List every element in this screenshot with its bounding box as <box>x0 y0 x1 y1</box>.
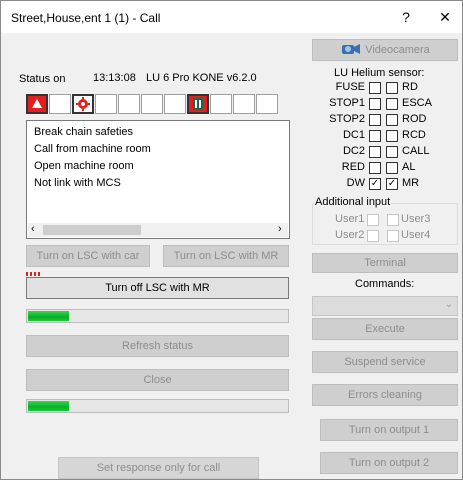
title-bar: Street,House,ent 1 (1) - Call ? ✕ <box>1 1 462 33</box>
status-box <box>164 94 186 114</box>
status-box <box>118 94 140 114</box>
status-version: LU 6 Pro KONE v6.2.0 <box>146 72 257 84</box>
horizontal-scrollbar[interactable]: ‹ › <box>28 223 288 237</box>
pause-icon <box>187 94 209 114</box>
videocamera-button[interactable]: Videocamera <box>312 39 458 61</box>
sensor-label-red: RED <box>341 161 365 173</box>
sensor-checkbox-dc2[interactable] <box>369 146 381 158</box>
list-item[interactable]: Break chain safeties <box>34 126 133 138</box>
commands-select[interactable]: ⌄ <box>312 296 458 316</box>
scroll-left-icon[interactable]: ‹ <box>31 223 35 235</box>
sensor-checkbox-stop1[interactable] <box>369 98 381 110</box>
turn-on-lsc-car-button[interactable]: Turn on LSC with car <box>26 245 150 267</box>
user1-label: User1 <box>335 213 365 225</box>
user2-checkbox[interactable] <box>367 230 379 242</box>
sensor-label-dc2: DC2 <box>342 145 365 157</box>
turn-on-output-1-button[interactable]: Turn on output 1 <box>320 419 458 441</box>
sensor-checkbox-mr[interactable]: ✓ <box>386 178 398 190</box>
scroll-right-icon[interactable]: › <box>278 223 282 235</box>
sensor-checkbox-rcd[interactable] <box>386 130 398 142</box>
help-button[interactable]: ? <box>386 1 426 33</box>
sensor-label-rd: RD <box>402 81 418 93</box>
sensor-checkbox-rd[interactable] <box>386 82 398 94</box>
execute-button[interactable]: Execute <box>312 318 458 340</box>
additional-input-title: Additional input <box>314 196 392 208</box>
refresh-status-button[interactable]: Refresh status <box>26 335 289 357</box>
gear-alarm-icon <box>72 94 94 114</box>
errors-cleaning-button[interactable]: Errors cleaning <box>312 384 458 406</box>
sensor-checkbox-esca[interactable] <box>386 98 398 110</box>
sensor-label-dw: DW <box>346 177 365 189</box>
sensor-checkbox-red[interactable] <box>369 162 381 174</box>
list-item[interactable]: Not link with MCS <box>34 177 121 189</box>
progress-fill-2 <box>28 401 69 411</box>
sensor-title: LU Helium sensor: <box>334 67 425 79</box>
sensor-label-rod: ROD <box>402 113 427 125</box>
status-box <box>233 94 255 114</box>
commands-label: Commands: <box>355 278 415 290</box>
list-item[interactable]: Open machine room <box>34 160 134 172</box>
sensor-label-call: CALL <box>402 145 430 157</box>
list-item[interactable]: Call from machine room <box>34 143 151 155</box>
sensor-checkbox-dw[interactable]: ✓ <box>369 178 381 190</box>
turn-on-output-2-button[interactable]: Turn on output 2 <box>320 452 458 474</box>
sensor-checkbox-stop2[interactable] <box>369 114 381 126</box>
window-title: Street,House,ent 1 (1) - Call <box>11 11 161 25</box>
status-box <box>141 94 163 114</box>
messages-list[interactable]: Break chain safeties Call from machine r… <box>26 120 290 239</box>
chevron-down-icon[interactable]: ⌄ <box>445 299 453 310</box>
sensor-checkbox-call[interactable] <box>386 146 398 158</box>
call-window: Street,House,ent 1 (1) - Call ? ✕ Status… <box>0 0 463 480</box>
turn-on-lsc-mr-button[interactable]: Turn on LSC with MR <box>163 245 289 267</box>
status-time: 13:13:08 <box>93 72 136 84</box>
videocamera-icon <box>340 41 362 60</box>
status-box <box>49 94 71 114</box>
sensor-label-al: AL <box>402 161 416 173</box>
close-window-button[interactable]: ✕ <box>425 1 463 33</box>
sensor-label-stop1: STOP1 <box>329 97 365 109</box>
user3-checkbox[interactable] <box>387 214 399 226</box>
turn-off-lsc-mr-button[interactable]: Turn off LSC with MR <box>26 277 289 299</box>
sensor-label-esca: ESCA <box>402 97 432 109</box>
status-box <box>210 94 232 114</box>
sensor-label-stop2: STOP2 <box>329 113 365 125</box>
status-box <box>95 94 117 114</box>
videocamera-label: Videocamera <box>365 44 430 56</box>
user2-label: User2 <box>335 229 365 241</box>
user1-checkbox[interactable] <box>367 214 379 226</box>
additional-input-group <box>312 203 458 245</box>
sensor-checkbox-fuse[interactable] <box>369 82 381 94</box>
suspend-service-button[interactable]: Suspend service <box>312 351 458 373</box>
status-box <box>256 94 278 114</box>
sensor-checkbox-rod[interactable] <box>386 114 398 126</box>
alarm-bell-icon <box>26 94 48 114</box>
sensor-checkbox-dc1[interactable] <box>369 130 381 142</box>
sensor-checkbox-al[interactable] <box>386 162 398 174</box>
set-response-button[interactable]: Set response only for call <box>58 457 259 479</box>
sensor-label-fuse: FUSE <box>335 81 365 93</box>
user4-label: User4 <box>401 229 431 241</box>
progress-fill-1 <box>28 311 69 321</box>
activity-indicator <box>26 272 42 276</box>
sensor-label-rcd: RCD <box>402 129 426 141</box>
sensor-label-mr: MR <box>402 177 420 189</box>
terminal-button[interactable]: Terminal <box>312 253 458 273</box>
progress-bar-2 <box>26 399 289 413</box>
close-button[interactable]: Close <box>26 369 289 391</box>
user4-checkbox[interactable] <box>387 230 399 242</box>
progress-bar-1 <box>26 309 289 323</box>
scrollbar-thumb[interactable] <box>43 225 141 235</box>
status-label: Status on <box>19 73 66 85</box>
sensor-label-dc1: DC1 <box>342 129 365 141</box>
user3-label: User3 <box>401 213 431 225</box>
